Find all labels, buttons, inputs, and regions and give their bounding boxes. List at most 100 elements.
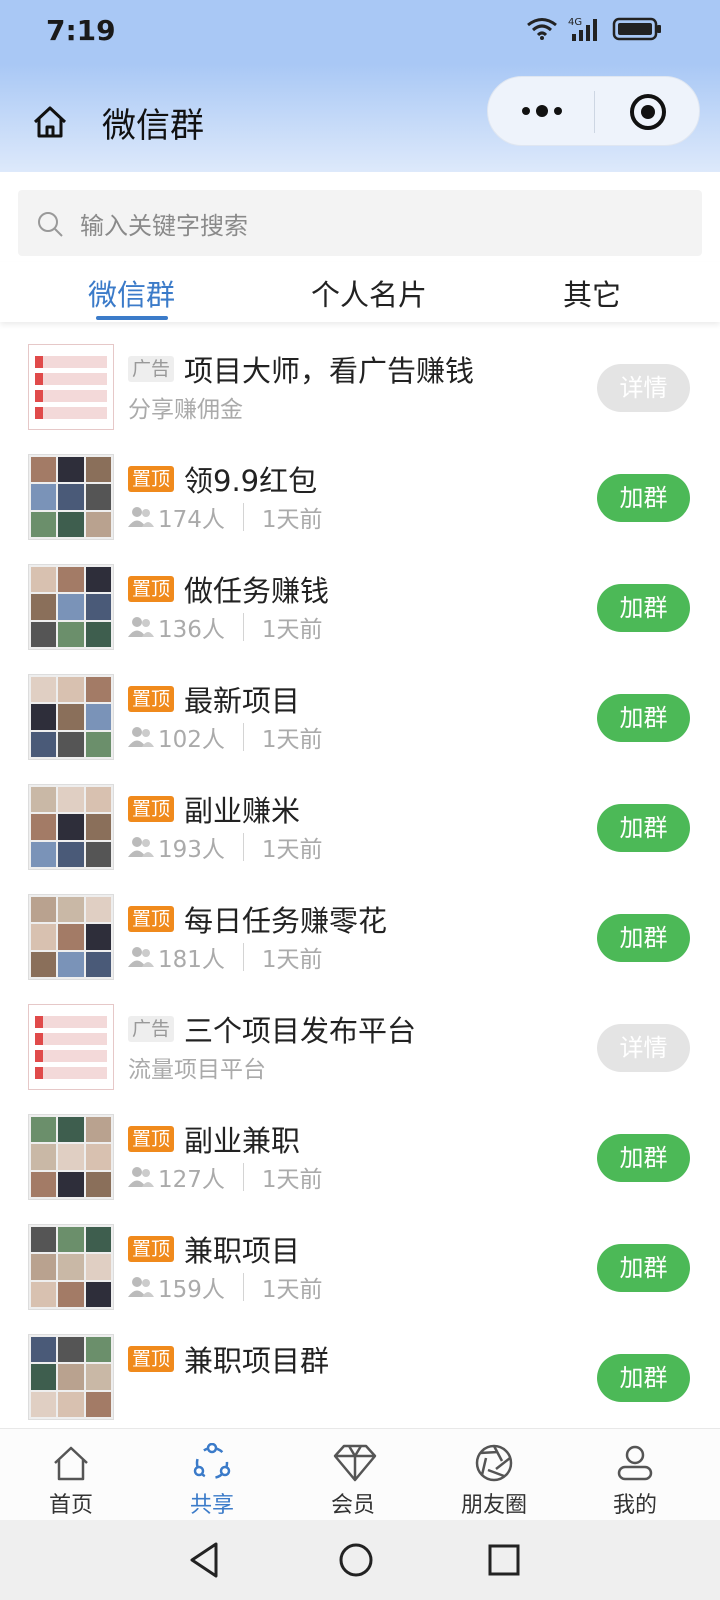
group-meta: 分享赚佣金 [128, 390, 243, 424]
join-group-button[interactable]: 加群 [597, 474, 690, 522]
tabbar-label: 共享 [189, 1493, 234, 1518]
back-icon[interactable] [186, 1540, 222, 1580]
tab-personal-card[interactable]: 个人名片 [311, 272, 427, 314]
group-title: 副业兼职 [184, 1124, 301, 1158]
meta-separator [242, 833, 244, 861]
list-item[interactable]: 置顶 最新项目 102人 1天前 加群 [0, 662, 720, 774]
group-title: 每日任务赚零花 [184, 904, 388, 938]
system-nav-bar [0, 1520, 720, 1600]
list-item[interactable]: 置顶 做任务赚钱 136人 1天前 加群 [0, 552, 720, 664]
tabbar-item-moments[interactable]: 朋友圈 [434, 1429, 554, 1521]
search-placeholder: 输入关键字搜索 [80, 212, 248, 240]
join-group-button[interactable]: 加群 [597, 1354, 690, 1402]
join-group-button[interactable]: 加群 [597, 1134, 690, 1182]
diamond-icon [333, 1444, 377, 1482]
home-icon[interactable] [30, 102, 70, 142]
member-count: 193人 [158, 837, 225, 863]
meta-separator [242, 503, 244, 531]
group-title: 兼职项目群 [184, 1344, 330, 1378]
update-time: 1天前 [261, 1277, 323, 1303]
group-title: 三个项目发布平台 [184, 1014, 417, 1048]
member-count: 181人 [158, 947, 225, 973]
tabbar-label: 首页 [48, 1493, 93, 1518]
pinned-badge: 置顶 [128, 686, 175, 712]
pinned-badge: 置顶 [128, 466, 175, 492]
list-item[interactable]: 置顶 副业赚米 193人 1天前 加群 [0, 772, 720, 884]
tabbar-item-home[interactable]: 首页 [11, 1429, 131, 1521]
list-item[interactable]: 置顶 兼职项目群 加群 [0, 1322, 720, 1428]
group-avatar [28, 564, 114, 650]
pinned-badge: 置顶 [128, 906, 175, 932]
member-count: 159人 [158, 1277, 225, 1303]
join-group-button[interactable]: 加群 [597, 694, 690, 742]
tabbar-label: 我的 [612, 1493, 657, 1518]
people-icon [128, 837, 154, 857]
update-time: 1天前 [261, 507, 323, 533]
group-avatar [28, 344, 114, 430]
group-meta: 181人 1天前 [128, 940, 323, 974]
join-group-button[interactable]: 加群 [597, 584, 690, 632]
group-title: 副业赚米 [184, 794, 301, 828]
page-title: 微信群 [102, 106, 204, 146]
people-icon [128, 1277, 154, 1297]
group-title: 项目大师，看广告赚钱 [184, 354, 475, 388]
svg-text:4G: 4G [568, 17, 582, 28]
list-item[interactable]: 广告 项目大师，看广告赚钱 分享赚佣金 详情 [0, 332, 720, 444]
home-icon [54, 1446, 88, 1481]
share-icon [193, 1443, 231, 1480]
group-title: 领9.9红包 [184, 464, 318, 498]
group-avatar [28, 1334, 114, 1420]
update-time: 1天前 [261, 1167, 323, 1193]
update-time: 1天前 [261, 947, 323, 973]
detail-button[interactable]: 详情 [597, 364, 690, 412]
tabbar-label: 会员 [330, 1493, 375, 1518]
search-icon [38, 212, 63, 237]
ad-subtitle: 流量项目平台 [128, 1057, 266, 1083]
group-avatar [28, 894, 114, 980]
capsule-divider [594, 91, 595, 133]
list-item[interactable]: 置顶 副业兼职 127人 1天前 加群 [0, 1102, 720, 1214]
tab-wechat-group[interactable]: 微信群 [88, 272, 175, 314]
update-time: 1天前 [261, 727, 323, 753]
meta-separator [242, 943, 244, 971]
people-icon [128, 727, 154, 747]
recents-icon[interactable] [486, 1540, 522, 1580]
pinned-badge: 置顶 [128, 796, 175, 822]
meta-separator [242, 723, 244, 751]
join-group-button[interactable]: 加群 [597, 914, 690, 962]
people-icon [128, 617, 154, 637]
search-input[interactable]: 输入关键字搜索 [18, 190, 702, 256]
category-tabs: 微信群 个人名片 其它 [0, 262, 720, 322]
status-icons: 4G [526, 16, 662, 42]
close-target-icon[interactable] [628, 92, 668, 132]
more-icon[interactable] [518, 99, 566, 123]
join-group-button[interactable]: 加群 [597, 1244, 690, 1292]
tabbar-item-member[interactable]: 会员 [293, 1429, 413, 1521]
update-time: 1天前 [261, 837, 323, 863]
detail-button[interactable]: 详情 [597, 1024, 690, 1072]
list-item[interactable]: 置顶 兼职项目 159人 1天前 加群 [0, 1212, 720, 1324]
member-count: 127人 [158, 1167, 225, 1193]
tabbar-item-mine[interactable]: 我的 [575, 1429, 695, 1521]
list-item[interactable]: 广告 三个项目发布平台 流量项目平台 详情 [0, 992, 720, 1104]
join-group-button[interactable]: 加群 [597, 804, 690, 852]
member-count: 102人 [158, 727, 225, 753]
meta-separator [242, 1163, 244, 1191]
home-circle-icon[interactable] [336, 1540, 376, 1580]
bottom-tab-bar: 首页 共享 会员 朋友圈 我的 [0, 1428, 720, 1520]
pinned-badge: 置顶 [128, 576, 175, 602]
group-avatar [28, 1224, 114, 1310]
group-avatar [28, 454, 114, 540]
tab-other[interactable]: 其它 [563, 272, 621, 314]
list-item[interactable]: 置顶 每日任务赚零花 181人 1天前 加群 [0, 882, 720, 994]
group-meta: 159人 1天前 [128, 1270, 323, 1304]
group-avatar [28, 784, 114, 870]
tabbar-item-share[interactable]: 共享 [152, 1429, 272, 1521]
cellular-signal-icon: 4G [568, 17, 597, 41]
meta-separator [242, 613, 244, 641]
member-count: 136人 [158, 617, 225, 643]
people-icon [128, 507, 154, 527]
aperture-icon [475, 1444, 513, 1482]
pinned-badge: 置顶 [128, 1126, 175, 1152]
list-item[interactable]: 置顶 领9.9红包 174人 1天前 加群 [0, 442, 720, 554]
